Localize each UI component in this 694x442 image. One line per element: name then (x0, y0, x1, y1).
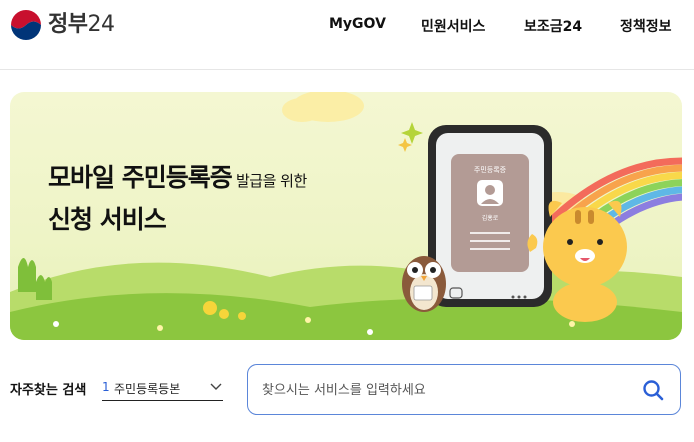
banner-title-line2: 신청 서비스 (48, 205, 167, 234)
frequent-search-label: 자주찾는 검색 (10, 383, 87, 398)
main-nav: MyGOV 민원서비스 보조금24 정책정보 (0, 16, 694, 36)
promo-banner[interactable]: 주민등록증 김홍로 모바일 주민등록증 발급을 위한 신청 서비스 (10, 92, 682, 340)
banner-headline: 모바일 주민등록증 발급을 위한 신청 서비스 (48, 158, 428, 236)
nav-mygov[interactable]: MyGOV (329, 16, 386, 32)
search-box (247, 364, 681, 415)
banner-title-sub: 발급을 위한 (231, 172, 307, 190)
card-name: 김홍로 (482, 214, 499, 222)
banner-title-main: 모바일 주민등록증 (48, 163, 233, 192)
site-header: 정부24 MyGOV 민원서비스 보조금24 정책정보 (0, 0, 694, 70)
frequent-search-dropdown[interactable]: 1 주민등록등본 (102, 371, 223, 401)
search-input[interactable] (262, 379, 622, 401)
nav-policy-info[interactable]: 정책정보 (620, 16, 672, 36)
nav-civil-services[interactable]: 민원서비스 (421, 16, 485, 36)
owl-icon (402, 256, 446, 312)
chevron-down-icon (210, 383, 222, 390)
card-title: 주민등록증 (474, 165, 507, 174)
frequent-item: 주민등록등본 (114, 382, 181, 396)
frequent-rank: 1 (102, 380, 110, 394)
nav-subsidy24[interactable]: 보조금24 (524, 16, 582, 36)
search-icon[interactable] (642, 379, 664, 401)
